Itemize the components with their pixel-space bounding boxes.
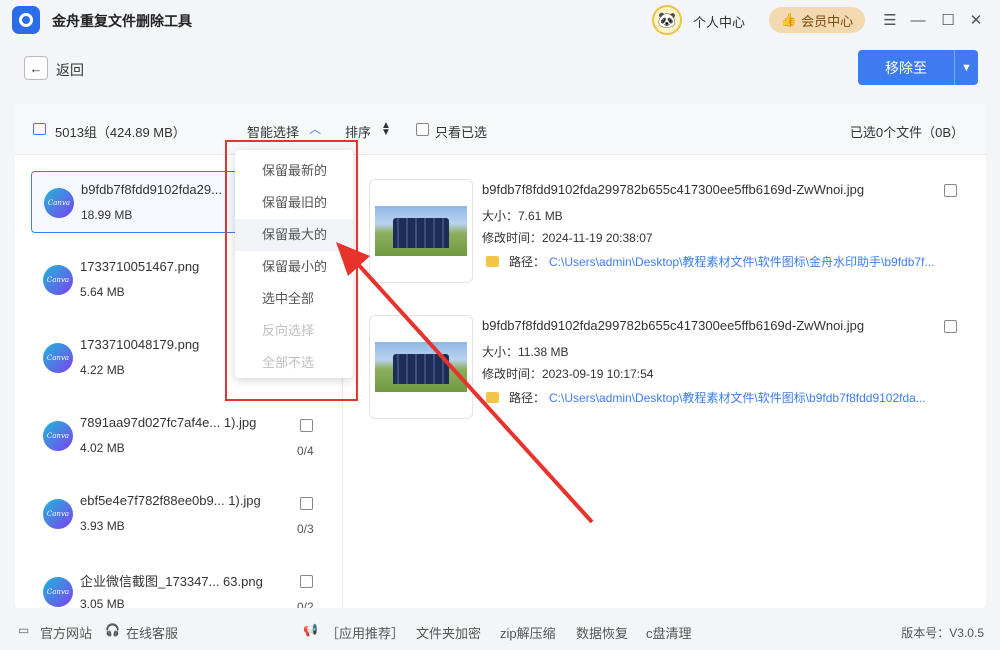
- footer: ▭ 官方网站 🎧 在线客服 📢 ［应用推荐］ 文件夹加密 zip解压缩 数据恢复…: [0, 610, 1000, 650]
- list-item[interactable]: Canva 企业微信截图_173347... 63.png 3.05 MB 0/…: [31, 561, 331, 608]
- group-size: 4.02 MB: [80, 441, 125, 455]
- file-card: b9fdb7f8fdd9102fda299782b655c417300ee5ff…: [369, 313, 964, 421]
- member-center-button[interactable]: 👍 会员中心: [769, 7, 865, 33]
- sort-icon[interactable]: ▲ ▼: [381, 121, 391, 138]
- group-name: 7891aa97d027fc7af4e... 1).jpg: [80, 415, 257, 430]
- canva-icon: Canva: [43, 343, 73, 373]
- group-size: 18.99 MB: [81, 208, 133, 222]
- only-selected-checkbox[interactable]: [416, 123, 429, 136]
- folder-icon: [486, 256, 499, 267]
- group-summary: 5013组（424.89 MB）: [55, 125, 186, 140]
- file-checkbox[interactable]: [944, 320, 957, 333]
- title-bar: 金舟重复文件删除工具 🐼 个人中心 👍 会员中心 ☰ — ☐ ✕: [0, 0, 1000, 40]
- group-size: 3.05 MB: [80, 597, 125, 608]
- file-checkbox[interactable]: [944, 184, 957, 197]
- member-label: 会员中心: [801, 13, 854, 29]
- minimize-icon[interactable]: —: [908, 10, 928, 30]
- canva-icon: Canva: [43, 499, 73, 529]
- only-selected-label[interactable]: 只看已选: [435, 122, 487, 141]
- group-size: 3.93 MB: [80, 519, 125, 533]
- file-size: 大小：11.38 MB: [482, 345, 569, 359]
- monitor-icon: ▭: [18, 623, 30, 637]
- group-count: 0/4: [297, 444, 314, 458]
- chevron-up-icon[interactable]: ︿: [309, 120, 321, 137]
- list-item[interactable]: Canva 7891aa97d027fc7af4e... 1).jpg 4.02…: [31, 405, 331, 467]
- main-panel: 5013组（424.89 MB） 智能选择 ︿ 排序 ▲ ▼ 只看已选 已选0个文…: [15, 104, 986, 608]
- file-path-link[interactable]: C:\Users\admin\Desktop\教程素材文件\软件图标\b9fdb…: [549, 389, 964, 406]
- folder-icon: [486, 392, 499, 403]
- selected-info: 已选0个文件（0B）: [849, 125, 964, 140]
- footer-zip-link[interactable]: zip解压缩: [500, 623, 556, 642]
- group-name: b9fdb7f8fdd9102fda29...: [81, 182, 222, 197]
- annotation-highlight-box: [225, 140, 358, 401]
- group-size: 5.64 MB: [80, 285, 125, 299]
- avatar[interactable]: 🐼: [652, 5, 682, 35]
- group-count: 0/2: [297, 600, 314, 608]
- group-count: 0/3: [297, 522, 314, 536]
- canva-icon: Canva: [43, 577, 73, 607]
- list-item[interactable]: Canva ebf5e4e7f782f88ee0b9... 1).jpg 3.9…: [31, 483, 331, 545]
- sort-button[interactable]: 排序: [345, 122, 371, 141]
- toolbar: 5013组（424.89 MB） 智能选择 ︿ 排序 ▲ ▼ 只看已选 已选0个文…: [15, 104, 986, 155]
- file-name: b9fdb7f8fdd9102fda299782b655c417300ee5ff…: [482, 318, 865, 333]
- file-size: 大小：7.61 MB: [482, 209, 563, 223]
- group-checkbox[interactable]: [300, 497, 313, 510]
- image-icon: [33, 123, 46, 135]
- photo-image: [375, 206, 467, 256]
- menu-icon[interactable]: ☰: [880, 10, 900, 30]
- move-to-button[interactable]: 移除至 ▼: [858, 50, 978, 85]
- file-name: b9fdb7f8fdd9102fda299782b655c417300ee5ff…: [482, 182, 865, 197]
- megaphone-icon: 📢: [303, 623, 318, 637]
- back-button[interactable]: ←: [24, 56, 48, 80]
- file-thumbnail[interactable]: [369, 315, 473, 419]
- canva-icon: Canva: [43, 265, 73, 295]
- footer-support-link[interactable]: 在线客服: [126, 623, 178, 642]
- arrow-left-icon: ←: [29, 60, 43, 76]
- path-label: 路径：: [509, 255, 546, 269]
- path-label: 路径：: [509, 391, 546, 405]
- version-label: 版本号：V3.0.5: [901, 626, 984, 640]
- file-mtime: 修改时间：2024-11-19 20:38:07: [482, 231, 653, 245]
- file-mtime: 修改时间：2023-09-19 10:17:54: [482, 367, 654, 381]
- app-title: 金舟重复文件删除工具: [52, 13, 192, 29]
- file-path-link[interactable]: C:\Users\admin\Desktop\教程素材文件\软件图标\金舟水印助…: [549, 253, 964, 270]
- profile-link[interactable]: 个人中心: [693, 12, 745, 31]
- group-checkbox[interactable]: [300, 419, 313, 432]
- footer-recommend: ［应用推荐］: [326, 626, 405, 641]
- photo-image: [375, 342, 467, 392]
- file-detail-pane: b9fdb7f8fdd9102fda299782b655c417300ee5ff…: [355, 164, 975, 608]
- footer-recover-link[interactable]: 数据恢复: [576, 623, 628, 642]
- move-to-label[interactable]: 移除至: [858, 50, 954, 85]
- group-name: 1733710051467.png: [80, 259, 200, 274]
- maximize-icon[interactable]: ☐: [938, 10, 958, 30]
- footer-website-link[interactable]: 官方网站: [40, 623, 92, 642]
- group-name: 企业微信截图_173347... 63.png: [80, 574, 263, 589]
- thumbs-up-icon: 👍: [780, 12, 798, 27]
- close-icon[interactable]: ✕: [966, 10, 986, 30]
- file-thumbnail[interactable]: [369, 179, 473, 283]
- group-name: ebf5e4e7f782f88ee0b9... 1).jpg: [80, 493, 261, 508]
- group-size: 4.22 MB: [80, 363, 125, 377]
- canva-icon: Canva: [43, 421, 73, 451]
- group-name: 1733710048179.png: [80, 337, 200, 352]
- smart-select-button[interactable]: 智能选择: [247, 122, 299, 141]
- chevron-down-icon[interactable]: ▼: [954, 50, 978, 85]
- back-label[interactable]: 返回: [56, 60, 84, 80]
- group-checkbox[interactable]: [300, 575, 313, 588]
- headset-icon: 🎧: [105, 623, 120, 637]
- canva-icon: Canva: [44, 188, 74, 218]
- footer-encrypt-link[interactable]: 文件夹加密: [416, 623, 481, 642]
- file-card: b9fdb7f8fdd9102fda299782b655c417300ee5ff…: [369, 177, 964, 285]
- app-logo-icon: [12, 6, 40, 34]
- footer-cclean-link[interactable]: c盘清理: [646, 623, 692, 642]
